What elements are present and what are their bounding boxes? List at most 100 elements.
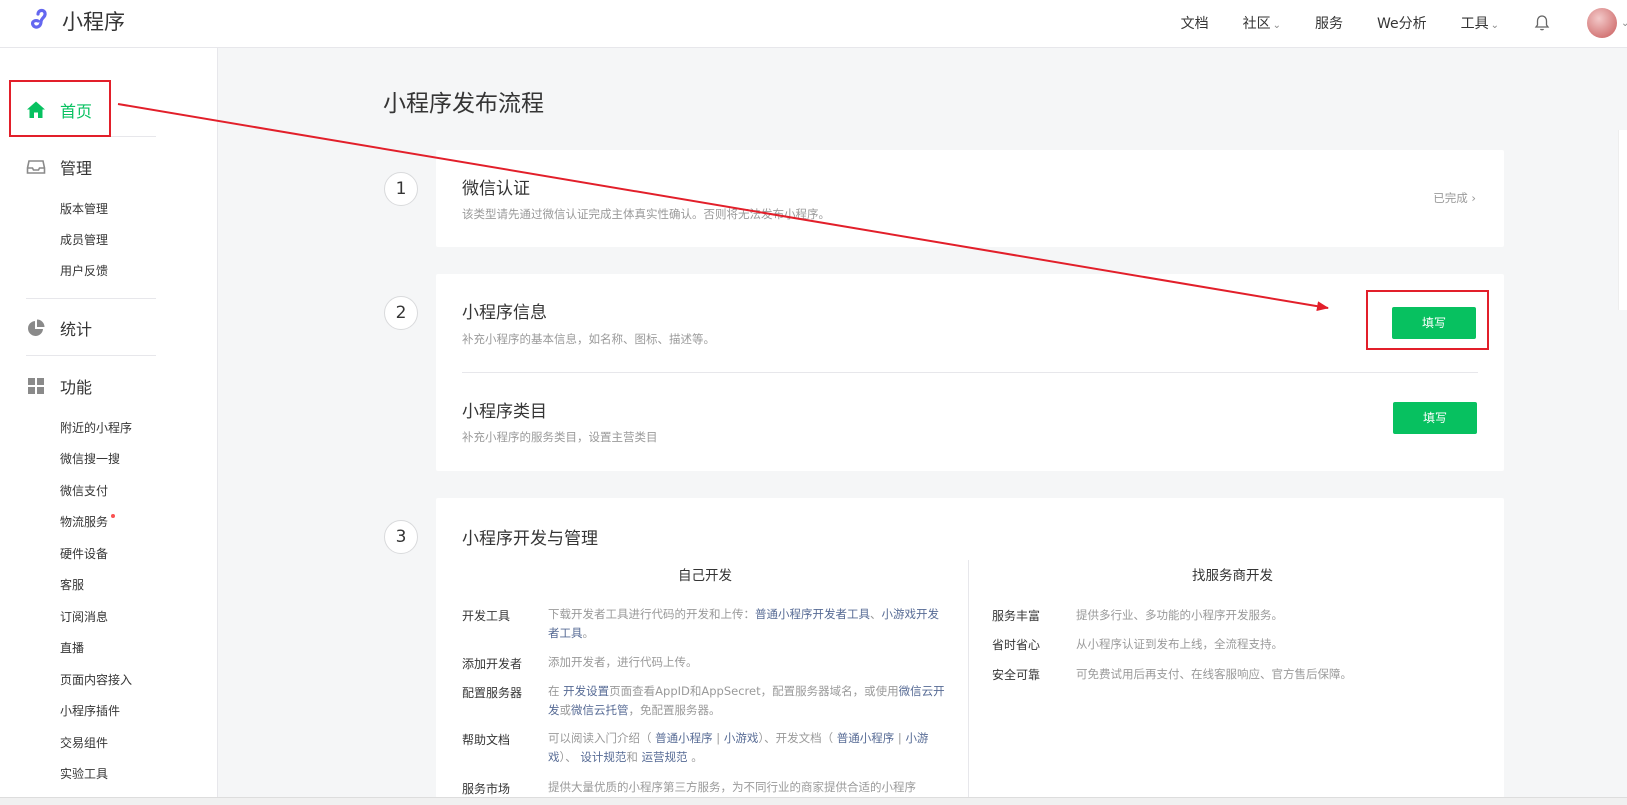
top-nav: 文档 社区 ⌄ 服务 We分析 工具 ⌄ ⌄ xyxy=(1181,0,1627,46)
self-dev-heading: 自己开发 xyxy=(678,568,732,584)
step-card-wechat-verify: 微信认证 该类型请先通过微信认证完成主体真实性确认。否则将无法发布小程序。 已完… xyxy=(436,150,1504,247)
sidebar-subitem-live[interactable]: 直播 xyxy=(60,639,84,656)
row-label: 服务丰富 xyxy=(992,609,1041,623)
sidebar-subitem-pay[interactable]: 微信支付 xyxy=(60,482,108,499)
column-divider xyxy=(968,560,969,805)
sidebar-subitem-members[interactable]: 成员管理 xyxy=(60,231,108,248)
row-label: 省时省心 xyxy=(992,638,1041,652)
card-desc: 该类型请先通过微信认证完成主体真实性确认。否则将无法发布小程序。 xyxy=(462,207,830,221)
sidebar-subitem-subscribe[interactable]: 订阅消息 xyxy=(60,608,108,625)
sidebar-subitem-version[interactable]: 版本管理 xyxy=(60,200,108,217)
link-intro-normal[interactable]: 普通小程序 xyxy=(655,731,713,745)
page-title: 小程序发布流程 xyxy=(383,91,544,117)
sidebar-subitem-nearby[interactable]: 附近的小程序 xyxy=(60,419,132,436)
nav-tools[interactable]: 工具 ⌄ xyxy=(1461,13,1499,33)
link-ops-spec[interactable]: 运营规范 xyxy=(642,750,688,764)
chevron-down-icon[interactable]: ⌄ xyxy=(1621,18,1627,29)
step-number-2: 2 xyxy=(384,296,418,330)
step-number-1: 1 xyxy=(384,172,418,206)
card-title: 小程序类目 xyxy=(462,402,547,422)
step-card-development: 小程序开发与管理 自己开发 找服务商开发 开发工具 下载开发者工具进行代码的开发… xyxy=(436,498,1504,805)
text: 。 xyxy=(687,750,703,764)
status-bar xyxy=(0,797,1627,805)
card-desc: 补充小程序的基本信息，如名称、图标、描述等。 xyxy=(462,332,715,346)
nav-docs[interactable]: 文档 xyxy=(1181,13,1209,33)
sidebar-item-manage[interactable]: 管理 xyxy=(26,155,92,179)
inbox-icon xyxy=(26,160,46,174)
row-text: 可免费试用后再支付、在线客服响应、官方售后保障。 xyxy=(1076,667,1352,681)
nav-services[interactable]: 服务 xyxy=(1315,13,1343,33)
nav-community[interactable]: 社区 ⌄ xyxy=(1243,13,1281,33)
link-cloud-hosting[interactable]: 微信云托管 xyxy=(571,703,629,717)
grid-icon xyxy=(28,378,44,394)
provider-heading: 找服务商开发 xyxy=(1192,568,1273,584)
nav-tools-label: 工具 xyxy=(1460,16,1489,32)
completed-label: 已完成 xyxy=(1433,191,1468,205)
nav-docs-label: 文档 xyxy=(1180,16,1209,32)
sidebar-subitem-feedback[interactable]: 用户反馈 xyxy=(60,262,108,279)
link-normal-devtools[interactable]: 普通小程序开发者工具 xyxy=(755,607,870,621)
sidebar-subitem-trade[interactable]: 交易组件 xyxy=(60,734,108,751)
sidebar-subitem-cs[interactable]: 客服 xyxy=(60,576,84,593)
card-title: 微信认证 xyxy=(462,179,530,199)
sidebar-subitem-experiment[interactable]: 实验工具 xyxy=(60,765,108,782)
row-label: 帮助文档 xyxy=(462,733,511,747)
top-bar: 小程序 文档 社区 ⌄ 服务 We分析 工具 ⌄ ⌄ xyxy=(0,0,1627,48)
sidebar-item-features[interactable]: 功能 xyxy=(26,374,92,398)
sidebar-item-label: 管理 xyxy=(60,159,93,178)
sidebar-subitem-search[interactable]: 微信搜一搜 xyxy=(60,450,120,467)
text: 。 xyxy=(582,626,595,640)
text: ）、开发文档（ xyxy=(758,731,837,745)
sidebar-subitem-hardware[interactable]: 硬件设备 xyxy=(60,545,108,562)
link-design-spec[interactable]: 设计规范 xyxy=(580,750,626,764)
row-text-server: 在 开发设置页面查看AppID和AppSecret，配置服务器域名，或使用微信云… xyxy=(548,682,948,720)
fill-category-button[interactable]: 填写 xyxy=(1393,402,1477,434)
avatar[interactable] xyxy=(1587,8,1617,38)
sidebar-subitem-plugin[interactable]: 小程序插件 xyxy=(60,702,120,719)
chevron-right-icon: › xyxy=(1471,191,1476,205)
row-text: 从小程序认证到发布上线，全流程支持。 xyxy=(1076,637,1283,651)
row-text-help: 可以阅读入门介绍（ 普通小程序 | 小游戏）、开发文档（ 普通小程序 | 小游戏… xyxy=(548,729,948,767)
divider xyxy=(462,372,1478,373)
nav-community-label: 社区 xyxy=(1242,16,1271,32)
sidebar-subitem-content[interactable]: 页面内容接入 xyxy=(60,671,132,688)
link-dev-settings[interactable]: 开发设置 xyxy=(563,684,609,698)
completed-link[interactable]: 已完成 › xyxy=(1433,190,1476,206)
nav-services-label: 服务 xyxy=(1314,16,1343,32)
link-docs-normal[interactable]: 普通小程序 xyxy=(837,731,895,745)
pie-chart-icon xyxy=(28,319,45,336)
row-text-market: 提供大量优质的小程序第三方服务，为不同行业的商家提供合适的小程序 xyxy=(548,780,916,794)
sidebar: 首页 管理 版本管理 成员管理 用户反馈 统计 功能 附近的小程序 微信搜一搜 … xyxy=(0,48,218,805)
sidebar-subitem-logistics[interactable]: 物流服务 xyxy=(60,513,116,530)
nav-we-analytics-label: We分析 xyxy=(1376,16,1427,32)
card-desc: 补充小程序的服务类目，设置主营类目 xyxy=(462,430,658,444)
divider xyxy=(26,355,156,356)
text: 可以阅读入门介绍（ xyxy=(548,731,656,745)
sidebar-item-label: 统计 xyxy=(60,320,93,339)
step-card-info: 小程序信息 补充小程序的基本信息，如名称、图标、描述等。 填写 小程序类目 补充… xyxy=(436,274,1504,471)
row-label: 服务市场 xyxy=(462,782,511,796)
text: 下载开发者工具进行代码的开发和上传： xyxy=(548,607,755,621)
right-edge-widget xyxy=(1618,130,1627,310)
card-title: 小程序信息 xyxy=(462,303,547,323)
divider xyxy=(26,298,156,299)
text: 页面查看AppID和AppSecret，配置服务器域名，或使用 xyxy=(609,684,899,698)
text: | xyxy=(712,731,724,745)
nav-we-analytics[interactable]: We分析 xyxy=(1377,13,1427,33)
logo-text: 小程序 xyxy=(62,10,125,34)
chevron-down-icon: ⌄ xyxy=(1272,20,1281,31)
text: ，免配置服务器。 xyxy=(628,703,721,717)
link-intro-game[interactable]: 小游戏 xyxy=(724,731,759,745)
row-label: 配置服务器 xyxy=(462,686,523,700)
bell-icon[interactable] xyxy=(1533,14,1551,32)
text: ）、 xyxy=(559,750,581,764)
row-text-add-dev: 添加开发者，进行代码上传。 xyxy=(548,655,698,669)
mini-program-logo-icon xyxy=(30,8,47,29)
step-number-3: 3 xyxy=(384,520,418,554)
annotation-box-fill-button xyxy=(1366,290,1489,350)
card-title: 小程序开发与管理 xyxy=(462,529,598,549)
text: 或 xyxy=(559,703,572,717)
logo[interactable]: 小程序 xyxy=(26,6,125,36)
sidebar-item-stats[interactable]: 统计 xyxy=(26,316,92,340)
text: 在 xyxy=(548,684,564,698)
